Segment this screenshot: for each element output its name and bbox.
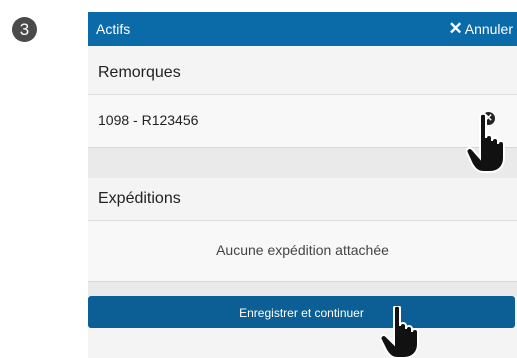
- shipments-empty-text: Aucune expédition attachée: [216, 242, 389, 258]
- hand-pointer-icon: [466, 112, 505, 173]
- close-icon: ✕: [448, 19, 463, 38]
- section-separator: [88, 282, 517, 296]
- hand-pointer-icon: [380, 306, 419, 358]
- shipments-section-header: Expéditions: [88, 178, 517, 221]
- section-separator: [88, 148, 517, 178]
- trailers-section-header: Remorques: [88, 52, 517, 95]
- step-number-badge: 3: [12, 17, 37, 42]
- trailers-section-title: Remorques: [98, 64, 181, 81]
- shipments-section-title: Expéditions: [98, 190, 181, 207]
- shipments-empty-row: Aucune expédition attachée: [88, 221, 517, 282]
- panel-title: Actifs: [96, 21, 131, 37]
- cancel-button[interactable]: ✕ Annuler: [448, 12, 513, 46]
- trailer-list-item[interactable]: 1098 - R123456 ✕: [88, 95, 517, 148]
- trailer-label: 1098 - R123456: [98, 112, 199, 128]
- cancel-label: Annuler: [464, 21, 513, 37]
- assets-panel: Actifs ✕ Annuler Remorques 1098 - R12345…: [88, 12, 517, 358]
- panel-header: Actifs ✕ Annuler: [88, 12, 517, 46]
- save-and-continue-button[interactable]: Enregistrer et continuer: [88, 296, 515, 328]
